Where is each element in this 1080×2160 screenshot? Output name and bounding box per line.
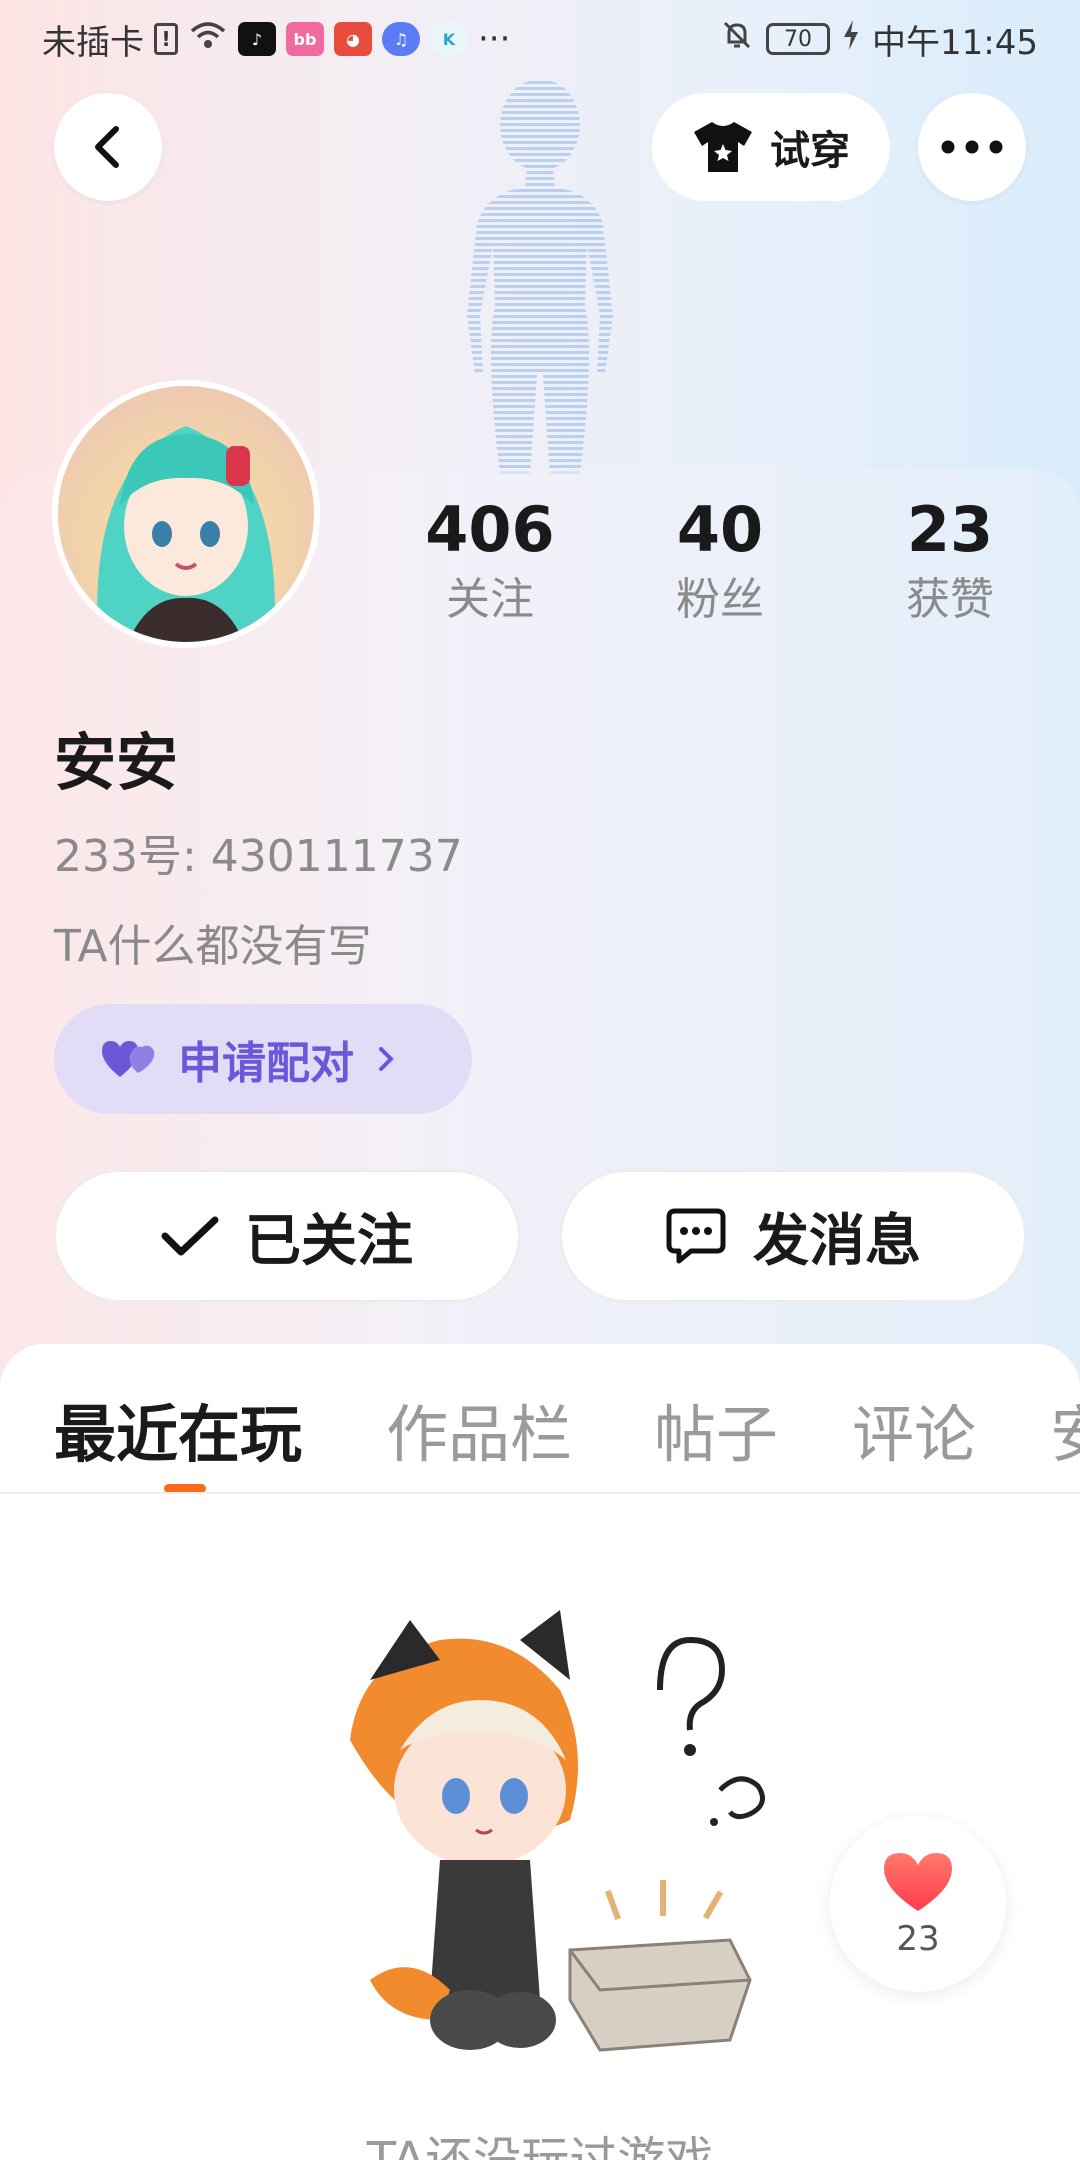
anime-avatar-illustration: [97, 426, 275, 642]
status-bar: 未插卡 ! ♪ bb ◕ ♫ K ··· 70 中午11:45: [0, 0, 1080, 78]
tab-recently-played[interactable]: 最近在玩: [54, 1384, 302, 1474]
tshirt-icon: [694, 122, 752, 172]
profile-name: 安安: [54, 726, 179, 799]
tiktok-app-icon: ♪: [238, 22, 276, 56]
tab-posts[interactable]: 帖子: [654, 1384, 778, 1474]
try-on-button[interactable]: 试穿: [652, 93, 890, 201]
checkmark-icon: [161, 1216, 219, 1256]
back-button[interactable]: [54, 93, 162, 201]
followed-button[interactable]: 已关注: [54, 1170, 520, 1302]
avatar[interactable]: [52, 380, 320, 648]
music-app-icon: ♫: [382, 22, 420, 56]
empty-state-illustration: [350, 1610, 765, 2052]
likes-count: 23: [906, 493, 994, 566]
hearts-icon: [102, 1041, 155, 1077]
chat-bubble-icon: [666, 1208, 726, 1264]
like-button[interactable]: 23: [830, 1816, 1006, 1992]
mute-icon: [720, 18, 754, 61]
wifi-icon: [188, 19, 228, 60]
game-app-icon: ◕: [334, 22, 372, 56]
likes-label: 获赞: [906, 574, 994, 625]
followers-count: 40: [676, 493, 764, 566]
sim-alert-icon: !: [154, 23, 178, 55]
charging-icon: [842, 19, 860, 60]
profile-tabs: 最近在玩 作品栏 帖子 评论 安: [0, 1344, 1080, 1494]
stat-likes[interactable]: 23 获赞: [850, 490, 1050, 630]
chevron-right-icon: [379, 1047, 394, 1071]
battery-icon: 70: [766, 23, 831, 55]
followers-label: 粉丝: [676, 574, 764, 625]
profile-uid: 233号: 430111737: [54, 831, 463, 882]
send-message-label: 发消息: [753, 1208, 921, 1274]
bilibili-app-icon: bb: [286, 22, 324, 56]
battery-level: 70: [784, 26, 813, 52]
more-dots-icon: [941, 140, 1003, 154]
carrier-label: 未插卡: [42, 22, 144, 63]
profile-bio: TA什么都没有写: [54, 921, 372, 972]
pairing-label: 申请配对: [178, 1038, 354, 1089]
tab-comments[interactable]: 评论: [852, 1384, 976, 1474]
like-count: 23: [896, 1919, 940, 1959]
clock: 中午11:45: [872, 22, 1038, 63]
heart-icon: [884, 1853, 952, 1911]
tab-divider: [0, 1492, 1080, 1494]
k-app-icon: K: [430, 22, 468, 56]
send-message-button[interactable]: 发消息: [560, 1170, 1026, 1302]
try-on-label: 试穿: [770, 128, 850, 174]
following-count: 406: [425, 493, 555, 566]
avatar-hologram-figure: [467, 79, 613, 475]
stat-followers[interactable]: 40 粉丝: [620, 490, 820, 630]
stat-following[interactable]: 406 关注: [390, 490, 590, 630]
request-pairing-button[interactable]: 申请配对: [54, 1004, 472, 1114]
following-label: 关注: [446, 574, 534, 625]
empty-state-text: TA还没玩过游戏: [366, 2132, 714, 2160]
tab-more-cutoff[interactable]: 安: [1050, 1384, 1080, 1474]
more-options-button[interactable]: [918, 93, 1026, 201]
more-notifications-icon: ···: [478, 19, 511, 59]
tab-works[interactable]: 作品栏: [386, 1384, 572, 1474]
followed-label: 已关注: [245, 1208, 413, 1274]
chevron-left-icon: [95, 126, 119, 168]
